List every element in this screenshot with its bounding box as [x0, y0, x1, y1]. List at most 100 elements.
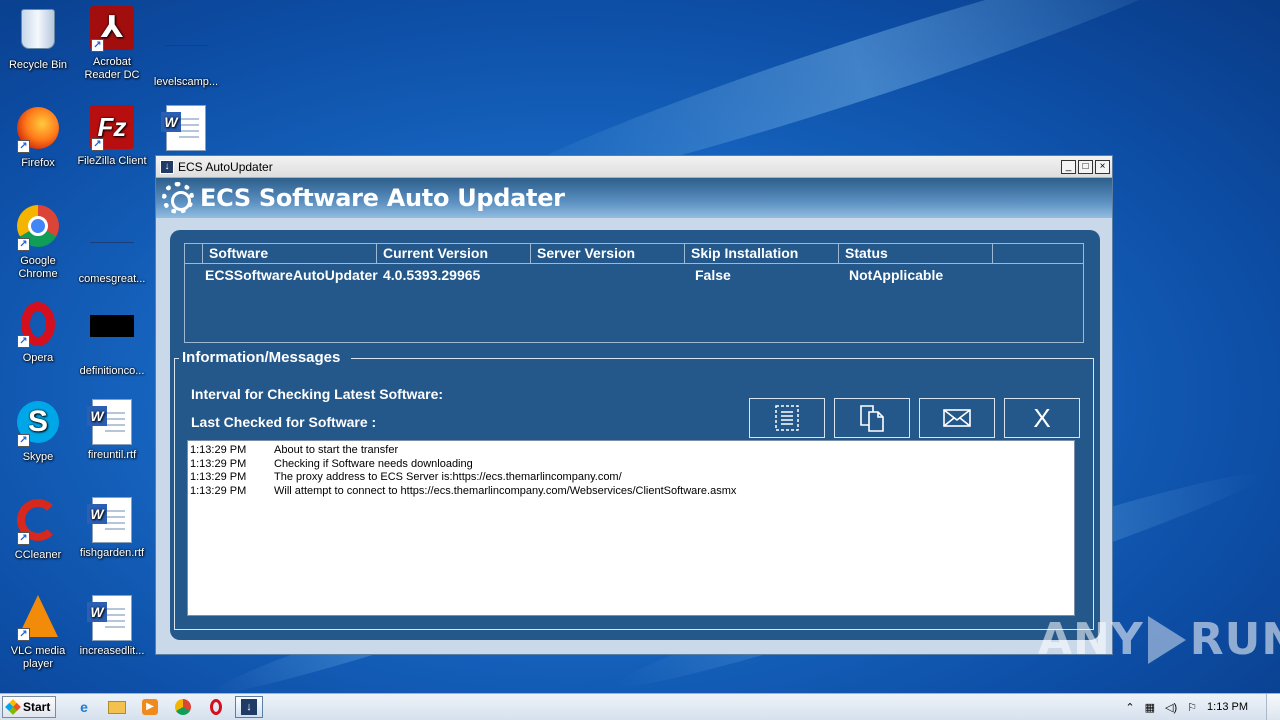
log-message: Checking if Software needs downloading — [274, 457, 473, 470]
desktop-icon-chrome[interactable]: ↗ Google Chrome — [0, 203, 76, 281]
word-document-icon: W — [87, 497, 132, 543]
shortcut-arrow-icon: ↗ — [17, 238, 30, 251]
column-header-server-version[interactable]: Server Version — [531, 244, 685, 263]
desktop-icon-acrobat[interactable]: ⅄ ↗ Acrobat Reader DC — [74, 6, 150, 82]
network-icon[interactable]: ▦ — [1145, 701, 1155, 714]
ecs-autoupdater-window: ↓ ECS AutoUpdater _ □ × ECS Software Aut… — [155, 155, 1113, 655]
taskbar-opera-button[interactable] — [202, 696, 230, 718]
desktop-icon-label: comesgreat... — [78, 273, 146, 285]
app-body: Software Current Version Server Version … — [170, 230, 1100, 640]
log-time: 1:13:29 PM — [190, 444, 247, 456]
file-icon — [90, 315, 134, 337]
clock[interactable]: 1:13 PM — [1207, 701, 1248, 713]
copy-icon — [860, 405, 884, 432]
show-desktop-button[interactable] — [1266, 694, 1280, 720]
cell-status: NotApplicable — [849, 267, 944, 283]
file-icon — [164, 26, 208, 46]
desktop-icon-vlc[interactable]: ↗ VLC media player — [0, 595, 76, 671]
desktop-icon-firefox[interactable]: ↗ Firefox — [0, 105, 76, 170]
window-title: ECS AutoUpdater — [178, 159, 273, 174]
log-time: 1:13:29 PM — [190, 457, 247, 470]
shortcut-arrow-icon: ↗ — [17, 140, 30, 153]
download-arrow-icon: ↓ — [241, 699, 257, 715]
taskbar: Start e ▶ ↓ ⌃ ▦ ◁) ⚐ 1:13 PM — [0, 693, 1280, 720]
column-header-current-version[interactable]: Current Version — [377, 244, 531, 263]
desktop-icon-increasedlit[interactable]: W increasedlit... — [74, 595, 150, 658]
shortcut-arrow-icon: ↗ — [17, 335, 30, 348]
desktop-icon-fireuntil[interactable]: W fireuntil.rtf — [74, 399, 150, 462]
desktop-icon-opera[interactable]: ↗ Opera — [0, 301, 76, 365]
shortcut-arrow-icon: ↗ — [17, 628, 30, 641]
table-row[interactable]: ECSSoftwareAutoUpdater 4.0.5393.29965 Fa… — [185, 264, 1083, 286]
desktop-icon-label: Recycle Bin — [8, 59, 68, 71]
app-icon: ↓ — [160, 159, 174, 174]
desktop-icon-label: fireuntil.rtf — [87, 449, 137, 461]
column-header-status[interactable]: Status — [839, 244, 993, 263]
desktop-icon-recycle-bin[interactable]: Recycle Bin — [0, 6, 76, 72]
log-time: 1:13:29 PM — [190, 471, 247, 483]
information-messages-group: Information/Messages Interval for Checki… — [174, 349, 1094, 630]
desktop-icon-label: CCleaner — [14, 549, 62, 561]
taskbar-ecs-autoupdater-button[interactable]: ↓ — [235, 696, 263, 718]
log-message: The proxy address to ECS Server is:https… — [274, 471, 622, 483]
desktop-icon-definitionco[interactable]: definitionco... — [74, 301, 150, 378]
taskbar-explorer-button[interactable] — [103, 696, 131, 718]
watermark-right: RUN — [1189, 614, 1280, 665]
column-header-skip-installation[interactable]: Skip Installation — [685, 244, 839, 263]
log-line: 1:13:29 PM Checking if Software needs dow… — [190, 458, 1072, 472]
folder-icon — [108, 700, 126, 714]
grid-row-header-cell — [185, 244, 203, 263]
play-triangle-icon — [1147, 615, 1186, 664]
envelope-icon — [943, 409, 971, 427]
desktop-icon-label: VLC media player — [10, 645, 66, 670]
row-indicator — [185, 264, 203, 286]
maximize-button[interactable]: □ — [1078, 159, 1093, 174]
action-center-flag-icon[interactable]: ⚐ — [1187, 701, 1197, 714]
word-document-icon: W — [161, 105, 206, 151]
volume-icon[interactable]: ◁) — [1165, 701, 1177, 714]
log-message: About to start the transfer — [274, 444, 399, 456]
desktop-icon-comesgreat[interactable]: comesgreat... — [74, 203, 150, 286]
message-log[interactable]: 1:13:29 PM About to start the transfer 1:… — [187, 440, 1075, 616]
column-header-software[interactable]: Software — [203, 244, 377, 263]
close-app-button[interactable]: X — [1004, 398, 1080, 438]
desktop-icon-fishgarden[interactable]: W fishgarden.rtf — [74, 497, 150, 560]
start-button[interactable]: Start — [2, 696, 56, 718]
desktop-icon-levelscamp[interactable]: levelscamp... — [148, 6, 224, 89]
copy-button[interactable] — [834, 398, 910, 438]
view-log-button[interactable] — [749, 398, 825, 438]
cell-skip-installation: False — [695, 267, 731, 283]
desktop-icon-filezilla[interactable]: Fz ↗ FileZilla Client — [74, 105, 150, 168]
email-button[interactable] — [919, 398, 995, 438]
desktop-icon-label: definitionco... — [79, 365, 145, 377]
word-document-icon: W — [87, 399, 132, 445]
opera-icon — [210, 699, 222, 715]
taskbar-ie-button[interactable]: e — [70, 696, 98, 718]
log-time: 1:13:29 PM — [190, 484, 247, 497]
close-window-button[interactable]: × — [1095, 159, 1110, 174]
desktop-icon-label: Google Chrome — [18, 255, 58, 280]
log-line: 1:13:29 PM About to start the transfer — [190, 444, 1072, 458]
cell-server-version — [531, 264, 685, 286]
windows-logo-icon — [5, 699, 21, 715]
desktop-icon-skype[interactable]: S ↗ Skype — [0, 399, 76, 464]
show-hidden-icons-chevron-icon[interactable]: ⌃ — [1125, 701, 1134, 714]
gear-icon — [162, 182, 194, 214]
desktop-icon-label: Skype — [22, 451, 54, 463]
desktop-icon-label: Acrobat Reader DC — [84, 56, 140, 81]
chrome-icon — [175, 699, 191, 715]
start-label: Start — [23, 700, 51, 714]
desktop-icon-word-doc[interactable]: W — [148, 105, 224, 155]
taskbar-media-player-button[interactable]: ▶ — [136, 696, 164, 718]
window-titlebar[interactable]: ↓ ECS AutoUpdater _ □ × — [156, 156, 1112, 178]
interval-label: Interval for Checking Latest Software: — [191, 386, 444, 402]
word-document-icon: W — [87, 595, 132, 641]
app-header-title: ECS Software Auto Updater — [200, 184, 565, 212]
system-tray: ⌃ ▦ ◁) ⚐ 1:13 PM — [1125, 694, 1280, 720]
minimize-button[interactable]: _ — [1061, 159, 1076, 174]
shortcut-arrow-icon: ↗ — [17, 532, 30, 545]
desktop-icon-ccleaner[interactable]: ↗ CCleaner — [0, 497, 76, 562]
taskbar-chrome-button[interactable] — [169, 696, 197, 718]
software-grid: Software Current Version Server Version … — [184, 243, 1084, 343]
grid-header-row: Software Current Version Server Version … — [185, 244, 1083, 264]
